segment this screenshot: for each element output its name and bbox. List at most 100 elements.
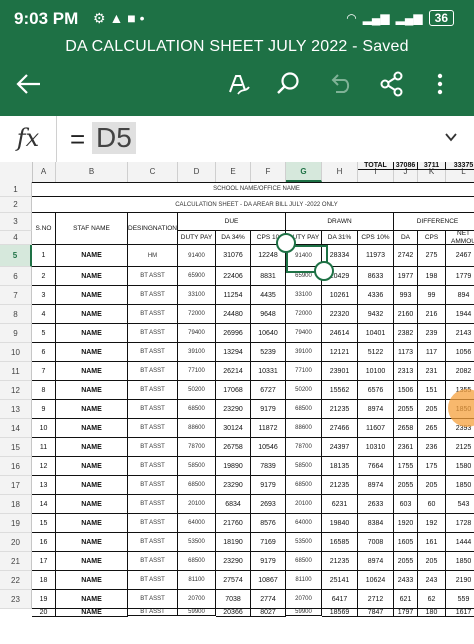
header-col-1[interactable]: DUTY PAY: [178, 231, 216, 245]
row-header-15[interactable]: 15: [0, 438, 32, 457]
table-cell[interactable]: 79400: [178, 324, 216, 343]
table-cell[interactable]: NAME: [56, 381, 128, 400]
table-cell[interactable]: 2055: [394, 400, 418, 419]
table-cell[interactable]: 72000: [178, 305, 216, 324]
table-cell[interactable]: 216: [418, 305, 446, 324]
table-cell[interactable]: 2658: [394, 419, 418, 438]
table-cell[interactable]: BT ASST: [128, 514, 178, 533]
table-cell[interactable]: 9648: [251, 305, 286, 324]
table-cell[interactable]: BT ASST: [128, 457, 178, 476]
table-cell[interactable]: NAME: [56, 533, 128, 552]
table-cell[interactable]: 205: [418, 552, 446, 571]
row-header-16[interactable]: 16: [0, 457, 32, 476]
table-cell[interactable]: 68500: [178, 476, 216, 495]
table-cell[interactable]: 20100: [286, 495, 322, 514]
table-cell[interactable]: 2774: [251, 590, 286, 609]
table-cell[interactable]: 9179: [251, 400, 286, 419]
table-cell[interactable]: 7847: [358, 609, 394, 617]
table-cell[interactable]: 26214: [216, 362, 251, 381]
table-cell[interactable]: 18: [32, 571, 56, 590]
table-cell[interactable]: 243: [418, 571, 446, 590]
table-cell[interactable]: 6231: [322, 495, 358, 514]
table-cell[interactable]: 20: [32, 609, 56, 617]
table-cell[interactable]: NAME: [56, 324, 128, 343]
table-cell[interactable]: BT ASST: [128, 419, 178, 438]
table-cell[interactable]: 24397: [322, 438, 358, 457]
table-cell[interactable]: 88600: [178, 419, 216, 438]
sheet-title-calculation[interactable]: CALCULATION SHEET - DA AREAR BILL JULY -…: [32, 197, 474, 213]
header-col-8[interactable]: CPS: [418, 231, 446, 245]
table-cell[interactable]: 5: [32, 324, 56, 343]
table-cell[interactable]: 8027: [251, 609, 286, 617]
table-cell[interactable]: BT ASST: [128, 362, 178, 381]
table-cell[interactable]: 64000: [286, 514, 322, 533]
table-cell[interactable]: 23290: [216, 476, 251, 495]
row-header-7[interactable]: 7: [0, 286, 32, 305]
table-cell[interactable]: NAME: [56, 495, 128, 514]
table-cell[interactable]: NAME: [56, 305, 128, 324]
table-cell[interactable]: 10867: [251, 571, 286, 590]
table-cell[interactable]: 16585: [322, 533, 358, 552]
table-cell[interactable]: 8831: [251, 267, 286, 286]
table-cell[interactable]: 53500: [286, 533, 322, 552]
header-group-difference[interactable]: DIFFERENCE: [394, 213, 474, 231]
undo-icon[interactable]: [326, 70, 354, 98]
table-cell[interactable]: 2633: [358, 495, 394, 514]
table-cell[interactable]: 68500: [178, 552, 216, 571]
table-cell[interactable]: 161: [418, 533, 446, 552]
header-col-9[interactable]: NET AMMOU: [446, 231, 474, 245]
table-cell[interactable]: BT ASST: [128, 552, 178, 571]
table-cell[interactable]: 9432: [358, 305, 394, 324]
table-cell[interactable]: NAME: [56, 267, 128, 286]
table-cell[interactable]: 64000: [178, 514, 216, 533]
table-cell[interactable]: 2190: [446, 571, 474, 590]
table-cell[interactable]: 18135: [322, 457, 358, 476]
table-cell[interactable]: 275: [418, 245, 446, 267]
table-cell[interactable]: 78700: [178, 438, 216, 457]
table-cell[interactable]: 50200: [178, 381, 216, 400]
row-header-17[interactable]: 17: [0, 476, 32, 495]
header-sno[interactable]: S.NO: [32, 213, 56, 245]
table-cell[interactable]: 21235: [322, 400, 358, 419]
table-cell[interactable]: 559: [446, 590, 474, 609]
table-cell[interactable]: 22406: [216, 267, 251, 286]
table-cell[interactable]: 9179: [251, 476, 286, 495]
row-header-9[interactable]: 9: [0, 324, 32, 343]
table-cell[interactable]: 39100: [178, 343, 216, 362]
table-cell[interactable]: 2160: [394, 305, 418, 324]
table-cell[interactable]: 1506: [394, 381, 418, 400]
table-cell[interactable]: 12121: [322, 343, 358, 362]
table-cell[interactable]: 10331: [251, 362, 286, 381]
table-cell[interactable]: BT ASST: [128, 343, 178, 362]
table-cell[interactable]: 2125: [446, 438, 474, 457]
table-cell[interactable]: 10310: [358, 438, 394, 457]
search-icon[interactable]: [274, 70, 302, 98]
table-cell[interactable]: 91400: [178, 245, 216, 267]
table-cell[interactable]: BT ASST: [128, 533, 178, 552]
table-cell[interactable]: 236: [418, 438, 446, 457]
table-cell[interactable]: 10: [32, 419, 56, 438]
table-cell[interactable]: HM: [128, 245, 178, 267]
table-cell[interactable]: 68500: [286, 552, 322, 571]
table-cell[interactable]: 53500: [178, 533, 216, 552]
table-cell[interactable]: NAME: [56, 245, 128, 267]
table-cell[interactable]: 205: [418, 400, 446, 419]
table-cell[interactable]: 1056: [446, 343, 474, 362]
table-cell[interactable]: 11872: [251, 419, 286, 438]
table-cell[interactable]: 1173: [394, 343, 418, 362]
table-cell[interactable]: 81100: [286, 571, 322, 590]
table-cell[interactable]: 18190: [216, 533, 251, 552]
table-cell[interactable]: 13294: [216, 343, 251, 362]
table-cell[interactable]: 2467: [446, 245, 474, 267]
select-all-corner[interactable]: [0, 162, 33, 182]
table-cell[interactable]: 1779: [446, 267, 474, 286]
table-cell[interactable]: BT ASST: [128, 286, 178, 305]
table-cell[interactable]: 58500: [178, 457, 216, 476]
table-cell[interactable]: 2: [32, 267, 56, 286]
table-cell[interactable]: 11607: [358, 419, 394, 438]
table-cell[interactable]: 21760: [216, 514, 251, 533]
column-header-g[interactable]: G: [286, 162, 322, 182]
table-cell[interactable]: 58500: [286, 457, 322, 476]
table-cell[interactable]: 16: [32, 533, 56, 552]
table-cell[interactable]: 198: [418, 267, 446, 286]
